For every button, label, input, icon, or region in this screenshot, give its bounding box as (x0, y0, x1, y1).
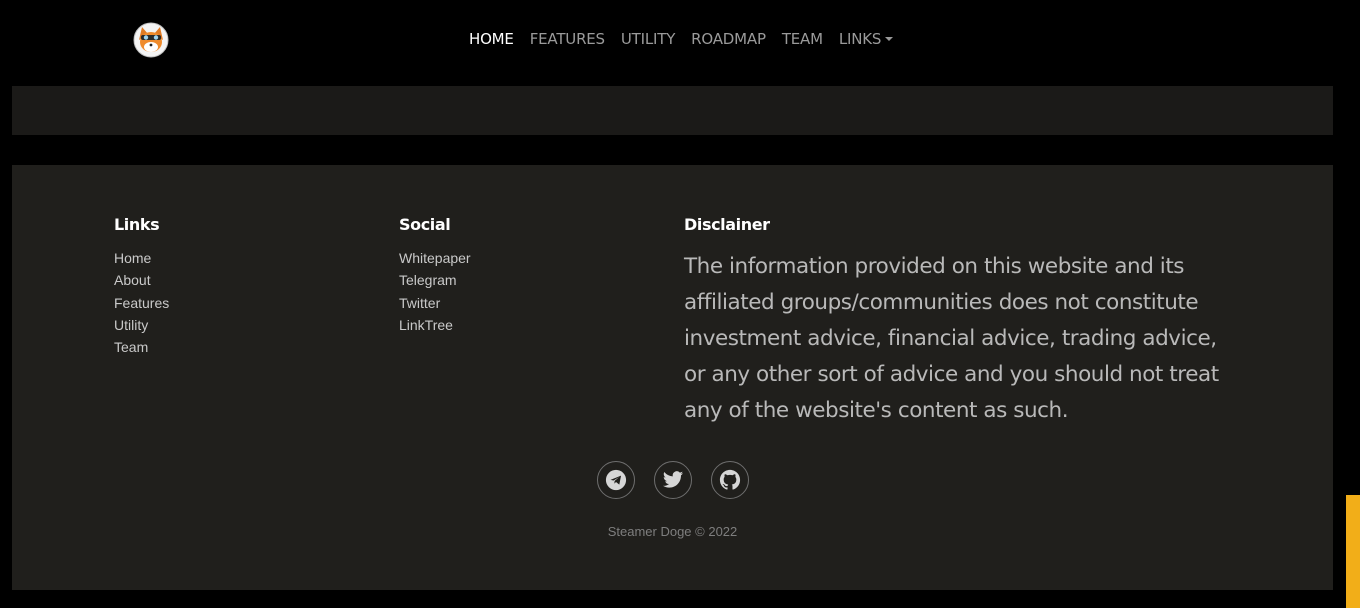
telegram-icon (605, 469, 627, 491)
footer-link-linktree[interactable]: LinkTree (399, 314, 471, 336)
logo[interactable] (133, 22, 169, 58)
disclaimer-heading: Disclainer (684, 215, 770, 234)
links-heading: Links (114, 215, 160, 234)
nav-team[interactable]: TEAM (782, 28, 823, 50)
nav-home[interactable]: HOME (469, 28, 514, 50)
footer-link-telegram[interactable]: Telegram (399, 269, 471, 291)
footer-links-list: Home About Features Utility Team (114, 247, 169, 358)
nav-utility[interactable]: UTILITY (621, 28, 675, 50)
scroll-to-top-tab[interactable] (1346, 495, 1360, 608)
nav-links-dropdown[interactable]: LINKS (838, 28, 894, 50)
footer-link-whitepaper[interactable]: Whitepaper (399, 247, 471, 269)
footer: Links Home About Features Utility Team S… (12, 165, 1333, 590)
footer-link-home[interactable]: Home (114, 247, 169, 269)
social-icons (597, 461, 749, 499)
disclaimer-text: The information provided on this website… (684, 254, 1219, 423)
footer-link-utility[interactable]: Utility (114, 314, 169, 336)
github-button[interactable] (711, 461, 749, 499)
twitter-button[interactable] (654, 461, 692, 499)
telegram-button[interactable] (597, 461, 635, 499)
footer-link-twitter[interactable]: Twitter (399, 292, 471, 314)
shiba-logo-icon (133, 22, 169, 58)
caret-down-icon (885, 37, 894, 41)
main-nav: HOME FEATURES UTILITY ROADMAP TEAM LINKS (469, 28, 894, 50)
footer-link-about[interactable]: About (114, 269, 169, 291)
content-strip (12, 86, 1333, 135)
footer-social-list: Whitepaper Telegram Twitter LinkTree (399, 247, 471, 336)
social-heading: Social (399, 215, 451, 234)
nav-features[interactable]: FEATURES (530, 28, 605, 50)
copyright: Steamer Doge © 2022 (607, 524, 738, 539)
navbar: HOME FEATURES UTILITY ROADMAP TEAM LINKS (0, 0, 1346, 78)
nav-roadmap[interactable]: ROADMAP (691, 28, 766, 50)
footer-link-features[interactable]: Features (114, 292, 169, 314)
github-icon (719, 469, 741, 490)
twitter-icon (662, 471, 684, 488)
footer-link-team[interactable]: Team (114, 336, 169, 358)
nav-links-label: LINKS (838, 30, 882, 48)
